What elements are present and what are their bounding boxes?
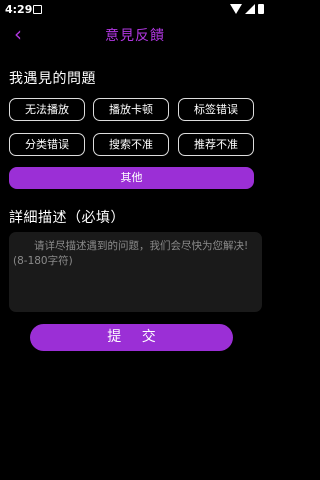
description-placeholder: 请详尽描述遇到的问题，我们会尽快为您解决!	[34, 240, 249, 252]
tag-category-error[interactable]: 分类错误	[9, 133, 85, 156]
page-title: 意見反饋	[105, 28, 165, 44]
tag-search-inaccurate[interactable]: 搜索不准	[93, 133, 169, 156]
problems-title: 我遇見的問題	[9, 71, 96, 87]
tag-recommend-inaccurate[interactable]: 推荐不准	[178, 133, 254, 156]
description-char-limit: (8-180字符)	[13, 255, 73, 267]
tag-label-error[interactable]: 标签错误	[178, 98, 254, 121]
status-icons	[230, 4, 264, 17]
status-bar: 4:29	[0, 0, 270, 20]
other-button[interactable]: 其他	[9, 167, 254, 189]
status-time: 4:29	[5, 3, 33, 16]
signal-icon	[245, 4, 255, 14]
tag-playback-lag[interactable]: 播放卡顿	[93, 98, 169, 121]
description-title: 詳細描述（必填）	[9, 210, 125, 226]
submit-button[interactable]: 提 交	[30, 324, 233, 351]
battery-icon	[258, 4, 264, 14]
wifi-icon	[230, 4, 242, 14]
header: ‹ 意見反饋	[0, 20, 270, 50]
tag-no-playback[interactable]: 无法播放	[9, 98, 85, 121]
description-input[interactable]: 请详尽描述遇到的问题，我们会尽快为您解决! (8-180字符)	[9, 232, 262, 312]
sim-icon	[33, 5, 42, 14]
